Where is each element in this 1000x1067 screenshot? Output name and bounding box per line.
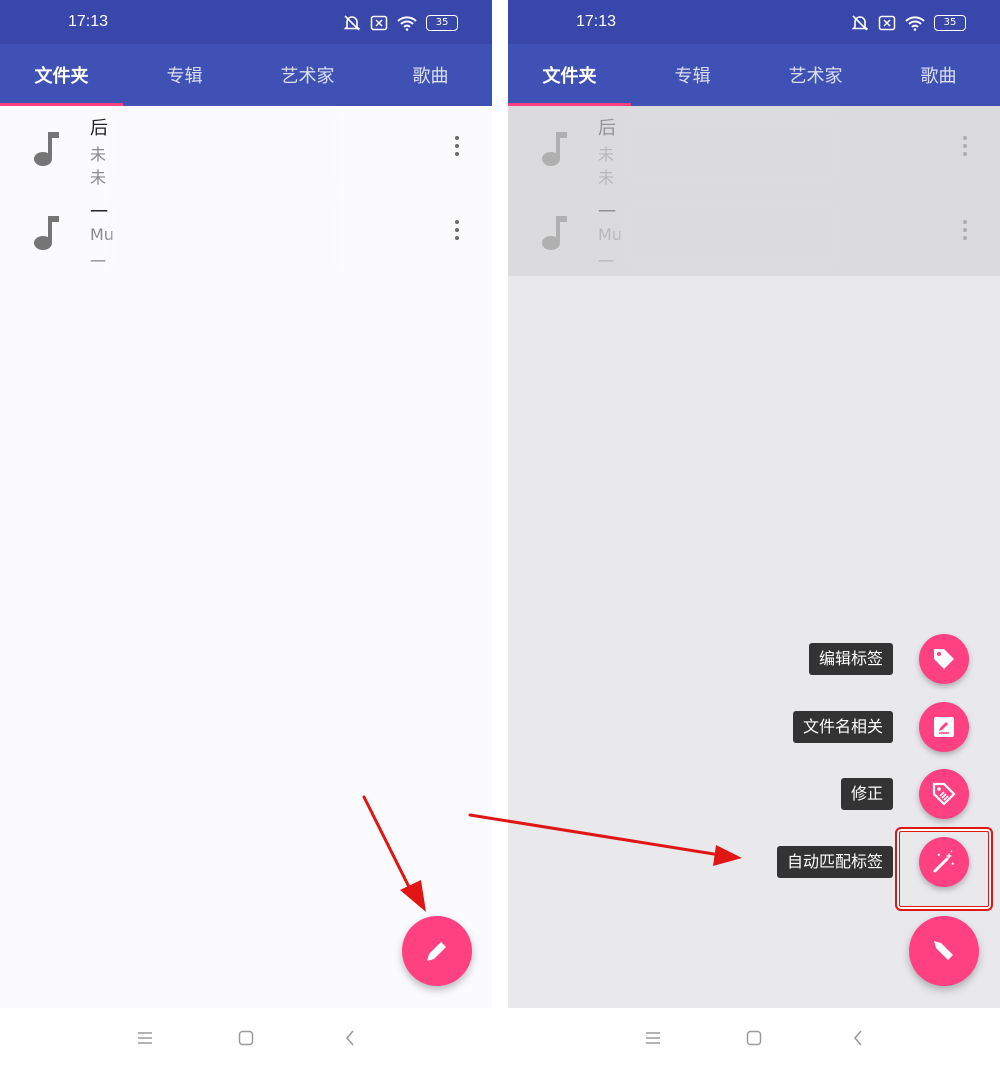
tab-folders[interactable]: 文件夹 [0, 44, 123, 106]
tab-bar: 文件夹 专辑 艺术家 歌曲 [508, 44, 1000, 106]
tag-fix-icon [932, 782, 956, 806]
tab-artists[interactable]: 艺术家 [246, 44, 369, 106]
song-artist: Mu [90, 225, 114, 244]
tab-songs[interactable]: 歌曲 [369, 44, 492, 106]
nav-bar [508, 1008, 1000, 1067]
song-album: 一 [90, 252, 107, 271]
edit-tags-button[interactable] [919, 634, 969, 684]
status-icons: 35 [343, 13, 458, 33]
battery-icon: 35 [934, 15, 966, 31]
bell-off-icon [851, 15, 869, 31]
menu-nav-icon[interactable] [133, 1026, 157, 1050]
home-nav-icon[interactable] [742, 1026, 766, 1050]
phone-screen-left: 17:13 35 文件夹 专辑 艺术家 歌曲 后 未 未 一 Mu 一 [0, 0, 492, 1067]
list-item[interactable]: 后 未 未 [0, 106, 492, 190]
status-time: 17:13 [68, 13, 109, 30]
auto-match-label[interactable]: 自动匹配标签 [776, 846, 893, 878]
more-options-icon[interactable] [452, 136, 462, 160]
edit-fab[interactable] [909, 916, 979, 986]
nav-bar [0, 1008, 492, 1067]
music-note-icon [34, 132, 59, 166]
no-sim-icon [878, 15, 896, 31]
wifi-icon [397, 16, 417, 31]
pencil-icon [427, 942, 446, 961]
more-options-icon[interactable] [452, 220, 462, 244]
status-bar: 17:13 35 [508, 0, 1000, 44]
song-artist: 未 [90, 145, 107, 164]
no-sim-icon [370, 15, 388, 31]
menu-nav-icon[interactable] [641, 1026, 665, 1050]
list-item[interactable]: 一 Mu 一 [0, 190, 492, 274]
status-icons: 35 [851, 13, 966, 33]
rename-icon [934, 717, 954, 737]
tab-folders[interactable]: 文件夹 [508, 44, 631, 106]
song-title: 后 [90, 118, 108, 139]
back-nav-icon[interactable] [338, 1026, 362, 1050]
fix-button[interactable] [919, 769, 969, 819]
blurred-text [114, 196, 334, 272]
filename-button[interactable] [919, 702, 969, 752]
bell-off-icon [343, 15, 361, 31]
tag-icon [934, 649, 954, 669]
tab-bar: 文件夹 专辑 艺术家 歌曲 [0, 44, 492, 106]
song-title: 一 [90, 202, 108, 223]
tab-artists[interactable]: 艺术家 [754, 44, 877, 106]
edit-fab[interactable] [402, 916, 472, 986]
edit-tags-label[interactable]: 编辑标签 [808, 643, 893, 675]
status-bar: 17:13 35 [0, 0, 492, 44]
pencil-icon [934, 941, 953, 960]
blurred-text [114, 112, 334, 188]
tab-albums[interactable]: 专辑 [123, 44, 246, 106]
fix-label[interactable]: 修正 [840, 778, 893, 810]
status-time: 17:13 [576, 13, 617, 30]
song-list: 后 未 未 一 Mu 一 [0, 106, 492, 274]
back-nav-icon[interactable] [846, 1026, 870, 1050]
song-album: 未 [90, 168, 107, 187]
wifi-icon [905, 16, 925, 31]
phone-screen-right: 17:13 35 文件夹 专辑 艺术家 歌曲 后 未 未 一 Mu 一 编辑标签… [508, 0, 1000, 1067]
tab-songs[interactable]: 歌曲 [877, 44, 1000, 106]
battery-icon: 35 [426, 15, 458, 31]
filename-label[interactable]: 文件名相关 [792, 711, 893, 743]
tab-albums[interactable]: 专辑 [631, 44, 754, 106]
highlight-box [895, 827, 993, 911]
home-nav-icon[interactable] [234, 1026, 258, 1050]
music-note-icon [34, 216, 59, 250]
